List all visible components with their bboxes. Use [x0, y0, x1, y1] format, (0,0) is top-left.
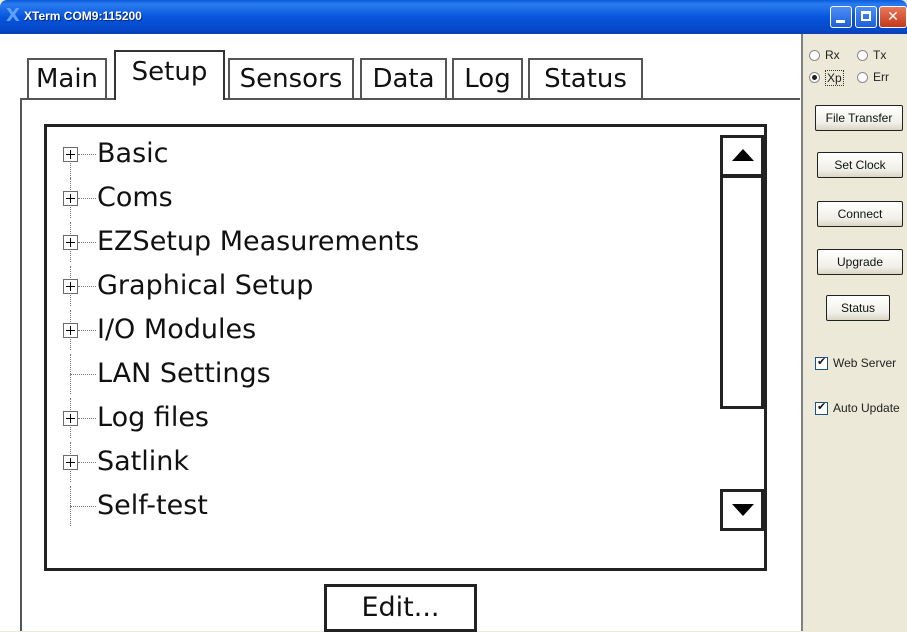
- upgrade-button[interactable]: Upgrade: [817, 249, 903, 275]
- tree-connector: [70, 506, 96, 507]
- expand-icon[interactable]: [63, 323, 78, 338]
- app-icon: X: [6, 5, 20, 26]
- tree-item-label: Log files: [97, 402, 209, 433]
- tree-connector: [78, 198, 96, 199]
- tab-log[interactable]: Log: [452, 58, 523, 98]
- checkbox-label: Auto Update: [833, 401, 900, 415]
- tree-item-label: Graphical Setup: [97, 270, 314, 301]
- tree-item-io-modules[interactable]: I/O Modules: [47, 310, 717, 350]
- tree-connector: [78, 462, 96, 463]
- tree-item-lan-settings[interactable]: LAN Settings: [47, 354, 717, 394]
- minimize-icon: [836, 20, 845, 23]
- radio-label: Xp: [825, 70, 844, 86]
- radio-label: Tx: [873, 48, 887, 62]
- main-pane: Main Setup Sensors Data Log Status Basic…: [0, 34, 803, 632]
- tree-connector: [78, 154, 96, 155]
- close-icon: ✕: [887, 9, 899, 25]
- tree-item-label: LAN Settings: [97, 358, 271, 389]
- setup-tree[interactable]: Basic Coms EZSetup Measurements Graphica…: [44, 124, 767, 571]
- arrow-up-icon: [732, 149, 754, 161]
- window-title: XTerm COM9:115200: [24, 9, 142, 23]
- radio-indicator: [809, 72, 820, 83]
- tree-item-label: Self-test: [97, 490, 208, 521]
- tree-item-self-test[interactable]: Self-test: [47, 486, 717, 526]
- tree-item-basic[interactable]: Basic: [47, 134, 717, 194]
- tree-connector: [78, 330, 96, 331]
- set-clock-button[interactable]: Set Clock: [817, 152, 903, 178]
- tree-item-label: EZSetup Measurements: [97, 226, 420, 257]
- expand-icon[interactable]: [63, 279, 78, 294]
- expand-icon[interactable]: [63, 191, 78, 206]
- tree-item-ezsetup-measurements[interactable]: EZSetup Measurements: [47, 222, 717, 262]
- expand-icon[interactable]: [63, 411, 78, 426]
- maximize-button[interactable]: [855, 6, 877, 28]
- checkbox-indicator: [815, 355, 828, 370]
- radio-indicator: [809, 50, 820, 61]
- edit-button[interactable]: Edit...: [324, 584, 477, 632]
- tab-main[interactable]: Main: [27, 58, 107, 98]
- file-transfer-button[interactable]: File Transfer: [815, 105, 903, 131]
- tree-item-label: Basic: [97, 138, 169, 169]
- side-panel: Rx Tx Xp Err File Transfer Set Clock Con…: [803, 34, 907, 631]
- radio-label: Err: [873, 70, 889, 84]
- expand-icon[interactable]: [63, 147, 78, 162]
- title-bar[interactable]: X XTerm COM9:115200 ✕: [0, 0, 907, 34]
- expand-icon[interactable]: [63, 455, 78, 470]
- maximize-icon: [861, 11, 871, 21]
- tree-item-graphical-setup[interactable]: Graphical Setup: [47, 266, 717, 306]
- tree-connector: [70, 374, 96, 375]
- minimize-button[interactable]: [830, 6, 852, 28]
- tree-item-label: I/O Modules: [97, 314, 257, 345]
- arrow-down-icon: [732, 504, 754, 516]
- tree-item-label: Satlink: [97, 446, 190, 477]
- scroll-up-button[interactable]: [720, 135, 764, 177]
- checkbox-label: Web Server: [833, 356, 897, 370]
- tree-item-coms[interactable]: Coms: [47, 178, 717, 218]
- connect-button[interactable]: Connect: [817, 201, 903, 227]
- tree-connector: [78, 286, 96, 287]
- tree-item-satlink[interactable]: Satlink: [47, 442, 717, 482]
- tab-setup[interactable]: Setup: [114, 50, 225, 100]
- tab-data[interactable]: Data: [360, 58, 447, 98]
- radio-indicator: [857, 72, 868, 83]
- tab-sensors[interactable]: Sensors: [228, 58, 354, 98]
- scrollbar-thumb[interactable]: [720, 175, 764, 409]
- tree-connector: [78, 242, 96, 243]
- tab-status[interactable]: Status: [528, 58, 643, 98]
- checkbox-indicator: [815, 400, 828, 415]
- close-button[interactable]: ✕: [879, 6, 907, 28]
- radio-label: Rx: [825, 48, 840, 62]
- tree-item-label: Coms: [97, 182, 173, 213]
- radio-indicator: [857, 50, 868, 61]
- tree-connector: [78, 418, 96, 419]
- expand-icon[interactable]: [63, 235, 78, 250]
- tree-item-log-files[interactable]: Log files: [47, 398, 717, 438]
- scroll-down-button[interactable]: [720, 489, 764, 531]
- status-button[interactable]: Status: [826, 295, 890, 321]
